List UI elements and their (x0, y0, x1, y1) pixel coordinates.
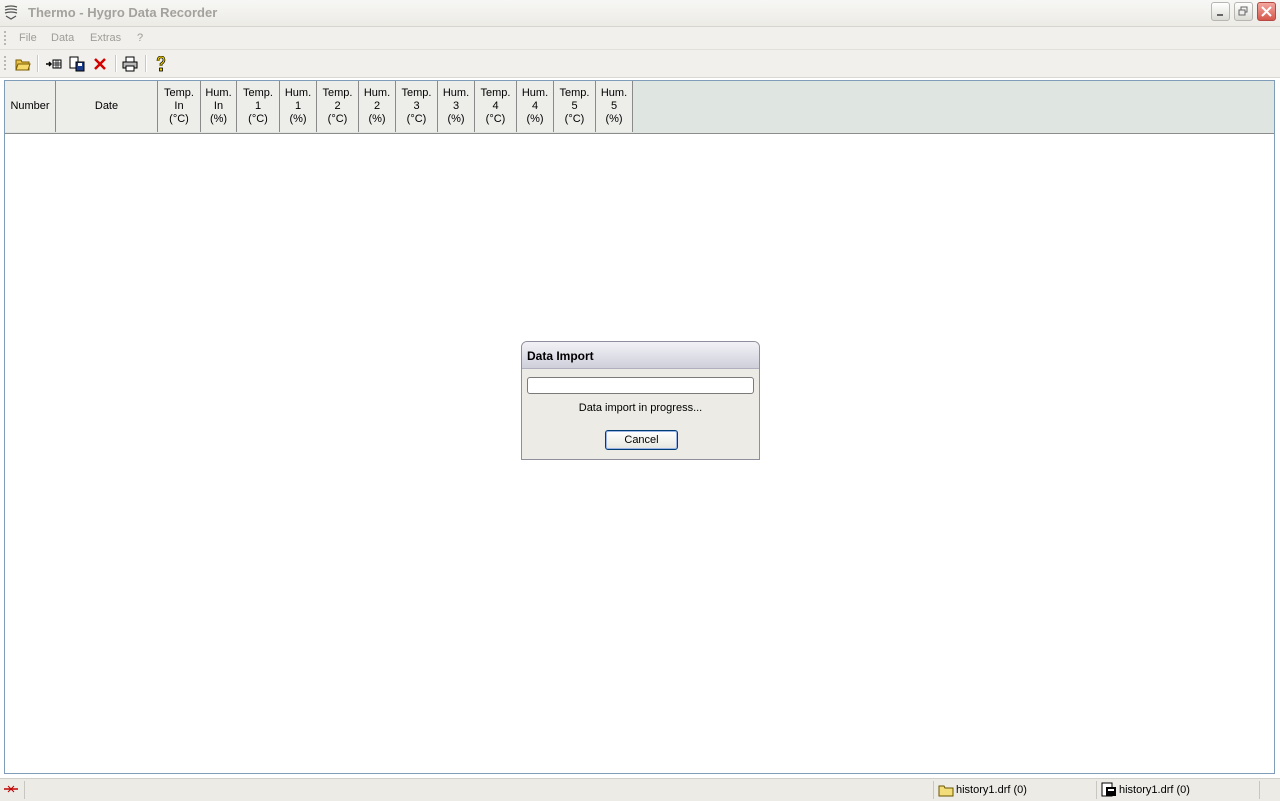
menu-bar: File Data Extras ? (0, 27, 1280, 50)
column-header-temp-2[interactable]: Temp. 2 (°C) (317, 81, 359, 132)
folder-icon (938, 785, 954, 797)
app-icon (4, 5, 18, 20)
toolbar-separator (37, 55, 39, 72)
column-header-date[interactable]: Date (56, 81, 158, 132)
column-header-temp-in[interactable]: Temp. In (°C) (158, 81, 201, 132)
status-panel-main (24, 781, 931, 799)
data-file-icon (1101, 782, 1116, 797)
status-file-1: history1.drf (0) (956, 784, 1027, 796)
column-header-hum-4[interactable]: Hum. 4 (%) (517, 81, 554, 132)
close-button[interactable] (1257, 2, 1276, 21)
connection-icon (4, 785, 18, 793)
restore-icon (1238, 6, 1248, 16)
column-header-hum-1[interactable]: Hum. 1 (%) (280, 81, 317, 132)
column-header-temp-3[interactable]: Temp. 3 (°C) (396, 81, 438, 132)
table-header: Number Date Temp. In (°C) Hum. In (%) Te… (5, 81, 1274, 134)
delete-button[interactable] (90, 54, 110, 74)
status-grip-panel (1259, 781, 1280, 799)
toolbar-separator (115, 55, 117, 72)
help-button[interactable] (151, 54, 171, 74)
open-folder-icon (15, 59, 31, 71)
delete-icon (94, 58, 106, 70)
dialog-title-bar[interactable]: Data Import (522, 342, 759, 369)
column-header-temp-5[interactable]: Temp. 5 (°C) (554, 81, 596, 132)
window-title: Thermo - Hygro Data Recorder (28, 5, 218, 20)
cancel-button[interactable]: Cancel (605, 430, 678, 450)
data-import-dialog: Data Import Data import in progress... C… (521, 341, 760, 460)
column-header-temp-1[interactable]: Temp. 1 (°C) (237, 81, 280, 132)
restore-button[interactable] (1234, 2, 1253, 21)
import-button[interactable] (44, 54, 64, 74)
menu-extras[interactable]: Extras (90, 32, 121, 44)
status-file-2: history1.drf (0) (1119, 784, 1190, 796)
column-header-hum-5[interactable]: Hum. 5 (%) (596, 81, 633, 132)
help-icon (156, 56, 166, 72)
toolbar (0, 50, 1280, 78)
column-header-hum-2[interactable]: Hum. 2 (%) (359, 81, 396, 132)
column-header-hum-in[interactable]: Hum. In (%) (201, 81, 237, 132)
import-data-icon (46, 59, 62, 69)
import-progress-bar (527, 377, 754, 394)
dialog-title: Data Import (527, 349, 594, 363)
print-icon (122, 56, 138, 72)
column-header-hum-3[interactable]: Hum. 3 (%) (438, 81, 475, 132)
menu-help[interactable]: ? (137, 32, 143, 44)
close-icon (1261, 6, 1272, 17)
status-bar: history1.drf (0) history1.drf (0) (0, 778, 1280, 801)
save-data-button[interactable] (67, 54, 87, 74)
toolbar-grip (4, 56, 6, 70)
title-bar: Thermo - Hygro Data Recorder (0, 0, 1280, 27)
minimize-icon (1217, 14, 1223, 16)
menu-data[interactable]: Data (51, 32, 74, 44)
toolbar-separator (145, 55, 147, 72)
column-header-temp-4[interactable]: Temp. 4 (°C) (475, 81, 517, 132)
status-panel-1: history1.drf (0) (933, 781, 1094, 799)
print-button[interactable] (120, 54, 140, 74)
minimize-button[interactable] (1211, 2, 1230, 21)
open-button[interactable] (13, 54, 33, 74)
status-panel-2: history1.drf (0) (1096, 781, 1257, 799)
save-data-icon (69, 56, 85, 72)
dialog-message: Data import in progress... (578, 402, 703, 414)
column-header-number[interactable]: Number (5, 81, 56, 132)
menu-file[interactable]: File (19, 32, 37, 44)
menu-grip (4, 31, 6, 45)
